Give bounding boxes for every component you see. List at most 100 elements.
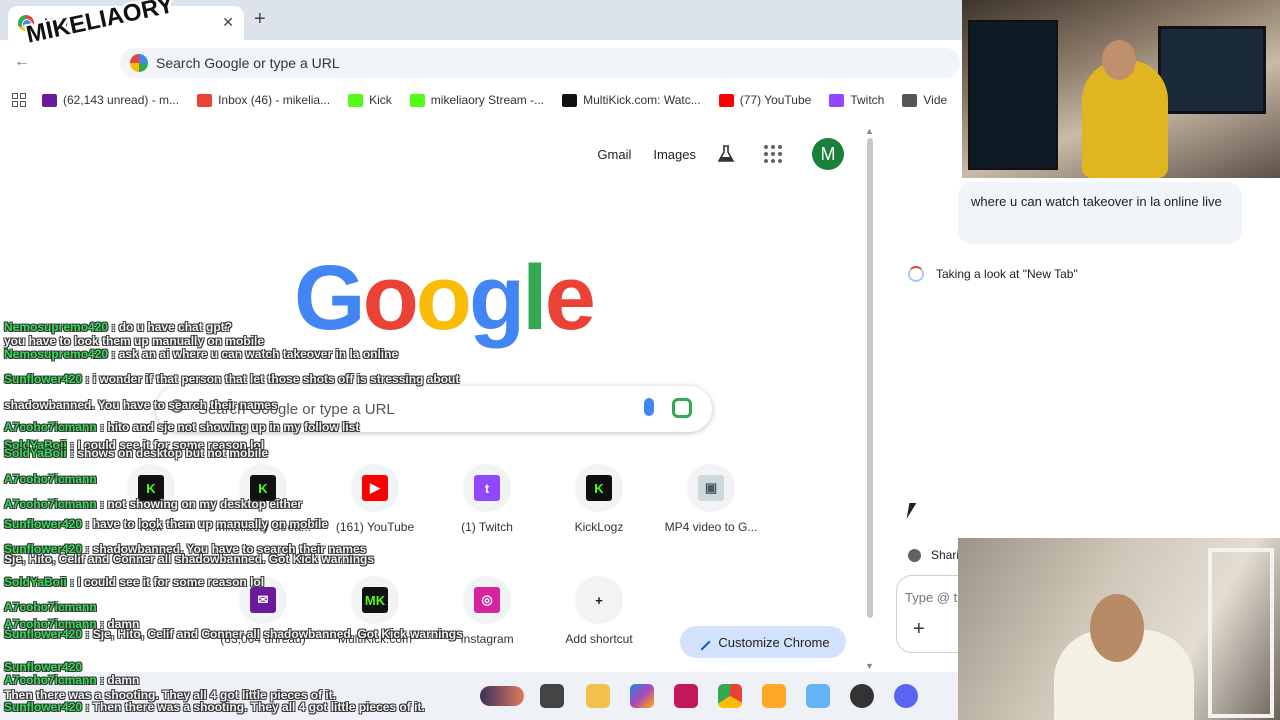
webcam-face-feed	[958, 538, 1280, 720]
avatar[interactable]: M	[812, 138, 844, 170]
customize-chrome-button[interactable]: Customize Chrome	[680, 626, 846, 658]
images-link[interactable]: Images	[653, 147, 696, 162]
bookmark-favicon-icon	[348, 93, 364, 107]
scroll-down-icon[interactable]: ▼	[865, 661, 874, 671]
chat-text: : do u have chat gpt?	[111, 320, 233, 334]
google-apps-icon[interactable]	[764, 145, 782, 163]
chat-message: Nemosupremo420 : do u have chat gpt?	[4, 320, 232, 334]
chat-message: Sunflower420 : Sje, Hito, Celif and Conn…	[4, 627, 463, 641]
apps-grid-icon[interactable]	[12, 93, 26, 107]
bookmark-label: mikeliaory Stream -...	[430, 93, 545, 107]
chat-username: Sunflower420	[4, 517, 86, 531]
chat-message: Sunflower420 : Then there was a shooting…	[4, 700, 425, 714]
bookmark-item[interactable]: mikeliaory Stream -...	[409, 93, 545, 107]
bookmark-label: Vide	[923, 93, 948, 107]
customize-label: Customize Chrome	[718, 634, 830, 650]
chrome-taskbar-icon[interactable]	[718, 684, 742, 708]
chat-username: A7coho7icmann	[4, 673, 101, 687]
shortcut-icon: +	[575, 576, 623, 624]
bookmark-item[interactable]: Inbox (46) - mikelia...	[197, 93, 330, 107]
screen: New Tab ✕ + ← Search Google or type a UR…	[0, 0, 1280, 720]
dev-app-icon[interactable]	[806, 684, 830, 708]
bookmark-favicon-icon	[562, 93, 578, 107]
copilot-icon[interactable]	[630, 684, 654, 708]
chat-username: Sunflower420	[4, 660, 83, 674]
bookmark-item[interactable]: Kick	[348, 93, 392, 107]
bookmark-label: Inbox (46) - mikelia...	[218, 93, 331, 107]
brightness-app-icon[interactable]	[762, 684, 786, 708]
chat-username: A7coho7icmann	[4, 600, 97, 614]
chat-message: shadowbanned. You have to search their n…	[4, 398, 278, 412]
chat-message: SoldYaBoii : I could see it for some rea…	[4, 575, 264, 589]
chat-message: Sunflower420	[4, 660, 82, 674]
shortcut-label: MP4 video to G...	[664, 520, 758, 534]
microphone-icon[interactable]	[644, 398, 654, 416]
chat-username: SoldYaBoii	[4, 575, 71, 589]
chat-message: A7coho7icmann : not showing on my deskto…	[4, 497, 302, 511]
bookmark-favicon-icon	[42, 93, 57, 107]
shortcut-icon: K	[575, 464, 623, 512]
google-lens-icon[interactable]	[672, 398, 692, 418]
prompt-input[interactable]: Type @ t	[905, 590, 957, 605]
obs-icon[interactable]	[850, 684, 874, 708]
address-bar[interactable]: Search Google or type a URL	[120, 48, 960, 78]
bookmark-item[interactable]: (62,143 unread) - m...	[42, 93, 179, 107]
bookmark-item[interactable]: (77) YouTube	[718, 93, 811, 107]
paint-icon[interactable]	[674, 684, 698, 708]
back-button[interactable]: ←	[14, 53, 30, 71]
bookmark-favicon-icon	[409, 93, 425, 107]
chat-text: you have to look them up manually on mob…	[4, 334, 265, 348]
bookmark-item[interactable]: Twitch	[829, 93, 884, 107]
share-button[interactable]: Shari	[908, 548, 959, 562]
share-label: Shari	[931, 548, 960, 562]
chat-text: : hito and sje not showing up in my foll…	[100, 420, 360, 434]
labs-flask-icon[interactable]	[718, 145, 734, 163]
chat-text: : I could see it for some reason lol	[70, 575, 265, 589]
loading-spinner-icon	[908, 266, 924, 282]
page-scrollbar[interactable]: ▲ ▼	[864, 126, 876, 671]
chat-message: A7coho7icmann : damn	[4, 673, 139, 687]
scroll-up-icon[interactable]: ▲	[865, 126, 874, 136]
bookmark-label: MultiKick.com: Watc...	[583, 93, 701, 107]
bookmark-label: (62,143 unread) - m...	[63, 93, 180, 107]
chat-text: shadowbanned. You have to search their n…	[4, 398, 278, 412]
chat-username: Sunflower420	[4, 627, 86, 641]
chat-text: : ask an ai where u can watch takeover i…	[111, 347, 399, 361]
discord-icon[interactable]	[894, 684, 918, 708]
bookmark-favicon-icon	[718, 93, 734, 107]
bookmark-label: Kick	[369, 93, 392, 107]
shortcut-tile[interactable]: ▣ MP4 video to G...	[655, 464, 767, 534]
gmail-link[interactable]: Gmail	[597, 147, 631, 162]
bookmark-label: Twitch	[850, 93, 885, 107]
new-tab-button[interactable]: +	[254, 8, 266, 31]
status-text: Taking a look at "New Tab"	[936, 267, 1078, 281]
bookmark-item[interactable]: Vide	[902, 93, 947, 107]
chat-text: : not showing on my desktop either	[100, 497, 303, 511]
chat-message: Sunflower420 : i wonder if that person t…	[4, 372, 459, 386]
chat-message: A7coho7icmann	[4, 600, 97, 614]
shortcut-glyph-icon: +	[586, 587, 612, 613]
chat-username: A7coho7icmann	[4, 497, 101, 511]
chat-username: A7coho7icmann	[4, 420, 101, 434]
chat-text: : damn	[100, 673, 140, 687]
chat-username: A7coho7icmann	[4, 472, 97, 486]
chat-username: SoldYaBoii	[4, 446, 71, 460]
chat-message: A7coho7icmann	[4, 472, 97, 486]
chat-text: : Sje, Hito, Celif and Conner all shadow…	[85, 627, 463, 641]
chat-username: Nemosupremo420	[4, 320, 112, 334]
top-links: Gmail Images M	[597, 138, 844, 170]
add-attachment-button[interactable]: +	[913, 618, 925, 641]
address-placeholder: Search Google or type a URL	[156, 55, 340, 71]
bookmark-item[interactable]: MultiKick.com: Watc...	[562, 93, 701, 107]
chat-message: Sje, Hito, Celif and Conner all shadowba…	[4, 552, 374, 566]
user-message: where u can watch takeover in la online …	[958, 182, 1242, 244]
chat-message: SoldYaBoii : shows on desktop but not mo…	[4, 446, 268, 460]
bookmark-favicon-icon	[829, 93, 845, 107]
chat-text: : have to look them up manually on mobil…	[85, 517, 329, 531]
close-icon[interactable]: ✕	[222, 14, 234, 31]
file-explorer-icon[interactable]	[586, 684, 610, 708]
bookmark-favicon-icon	[197, 93, 213, 107]
chat-username: Sunflower420	[4, 372, 86, 386]
chat-username: Sunflower420	[4, 700, 86, 714]
scrollbar-thumb[interactable]	[867, 138, 873, 618]
